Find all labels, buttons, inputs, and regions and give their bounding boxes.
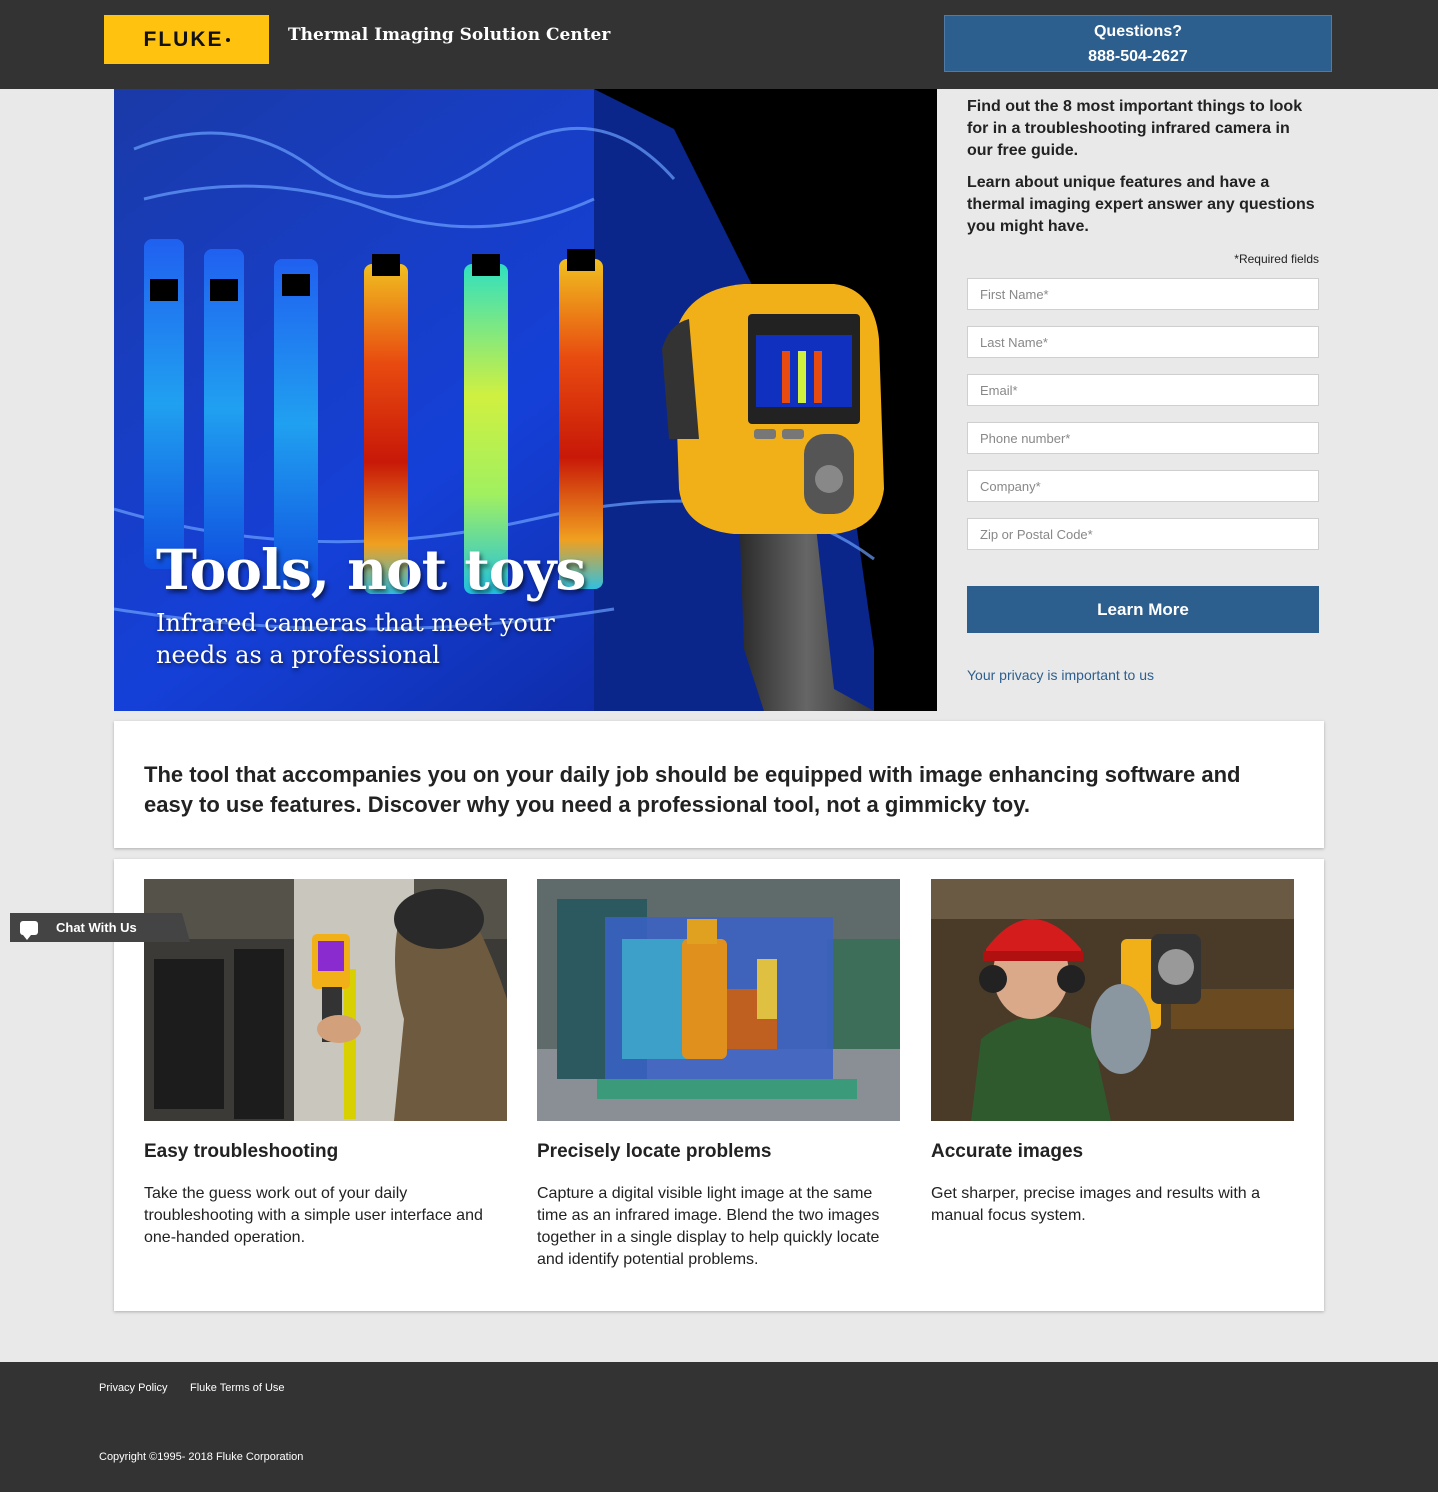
site-header: FLUKE Thermal Imaging Solution Center Qu… (0, 0, 1438, 89)
feature-card: Precisely locate problems Capture a digi… (537, 879, 900, 1271)
learn-more-button[interactable]: Learn More (967, 586, 1319, 633)
chat-label: Chat With Us (56, 920, 137, 935)
feature-text: Capture a digital visible light image at… (537, 1185, 880, 1268)
feature-title: Precisely locate problems (537, 1141, 772, 1162)
questions-phone-box[interactable]: Questions? 888-504-2627 (944, 15, 1332, 72)
chat-bubble-icon (20, 920, 38, 940)
terms-of-use-link[interactable]: Fluke Terms of Use (190, 1382, 285, 1394)
feature-text: Get sharper, precise images and results … (931, 1185, 1261, 1224)
privacy-policy-link[interactable]: Privacy Policy (99, 1382, 167, 1394)
chat-with-us-button[interactable]: Chat With Us (10, 913, 190, 942)
worker-photo (931, 879, 1294, 1121)
email-field[interactable] (967, 374, 1319, 406)
copyright-text: Copyright ©1995- 2018 Fluke Corporation (99, 1451, 304, 1463)
lead-form: Find out the 8 most important things to … (967, 96, 1319, 683)
zip-field[interactable] (967, 518, 1319, 550)
banner-text: The tool that accompanies you on your da… (144, 762, 1241, 817)
phone-number[interactable]: 888-504-2627 (945, 44, 1331, 69)
hero-subtitle: Infrared cameras that meet your needs as… (156, 609, 555, 669)
fluke-logo[interactable]: FLUKE (104, 15, 269, 64)
feature-card: Accurate images Get sharper, precise ima… (931, 879, 1294, 1227)
last-name-field[interactable] (967, 326, 1319, 358)
hero-image: Tools, not toys Infrared cameras that me… (114, 89, 937, 711)
questions-label: Questions? (1093, 23, 1182, 40)
intro-banner: The tool that accompanies you on your da… (114, 721, 1324, 848)
first-name-field[interactable] (967, 278, 1319, 310)
feature-card: Easy troubleshooting Take the guess work… (144, 879, 507, 1249)
logo-text: FLUKE (143, 27, 224, 51)
site-footer: Privacy Policy Fluke Terms of Use Copyri… (0, 1362, 1438, 1492)
site-title: Thermal Imaging Solution Center (288, 25, 611, 45)
phone-field[interactable] (967, 422, 1319, 454)
troubleshooting-photo (144, 879, 507, 1121)
feature-title: Easy troubleshooting (144, 1141, 339, 1162)
feature-text: Take the guess work out of your daily tr… (144, 1185, 483, 1246)
hero-title: Tools, not toys (156, 537, 586, 602)
form-intro-2: Learn about unique features and have a t… (967, 174, 1315, 235)
feature-title: Accurate images (931, 1141, 1084, 1162)
blended-image-photo (537, 879, 900, 1121)
privacy-link[interactable]: Your privacy is important to us (967, 667, 1319, 683)
required-fields-note: *Required fields (1234, 252, 1319, 266)
form-intro-1: Find out the 8 most important things to … (967, 98, 1303, 159)
company-field[interactable] (967, 470, 1319, 502)
features-section: Easy troubleshooting Take the guess work… (114, 859, 1324, 1311)
